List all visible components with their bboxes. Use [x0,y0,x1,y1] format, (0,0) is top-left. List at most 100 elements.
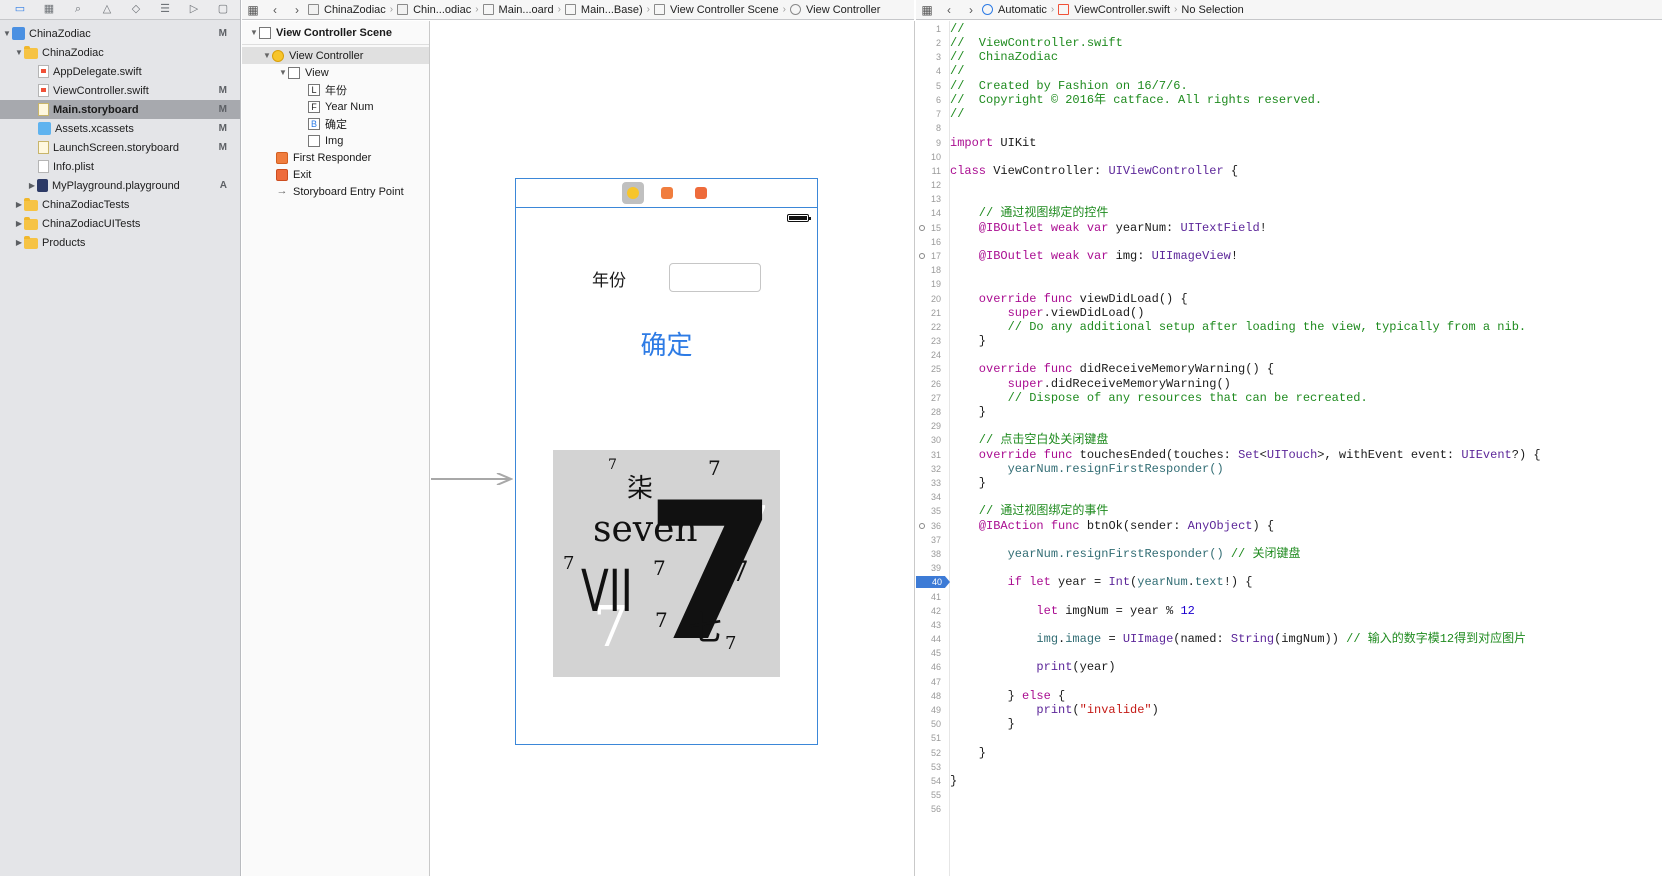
back-button[interactable]: ‹ [264,3,286,17]
outline-item-textfield[interactable]: F Year Num [242,98,429,115]
code-line: img.image = UIImage(named: String(imgNum… [950,632,1526,646]
code-line: // 点击空白处关闭键盘 [950,433,1109,447]
tree-item-label: Info.plist [53,160,94,173]
disclosure-open-icon[interactable]: ▼ [278,68,288,77]
tree-item-file[interactable]: LaunchScreen.storyboard M [0,138,240,157]
outline-item-label-element[interactable]: L 年份 [242,81,429,98]
test-icon[interactable]: ◇ [128,3,144,17]
tree-item-file[interactable]: AppDelegate.swift [0,62,240,81]
disclosure-open-icon[interactable]: ▼ [2,29,12,38]
entry-point-arrow[interactable] [431,473,513,485]
editor-jump-bar: ▦ ‹ › Automatic › ViewController.swift ›… [916,0,1662,20]
jump-item-controller[interactable]: View Controller [790,4,880,16]
view-controller-dock-icon[interactable] [621,182,644,204]
confirm-button[interactable]: 确定 [516,325,817,362]
scm-badge: M [218,142,227,153]
exit-dock-icon[interactable] [690,182,712,204]
zodiac-image-view[interactable]: 7 7 7 7 7 7 7 7 7 柒 7 seven VII 七 [553,450,780,677]
image-word: seven [593,509,698,550]
folder-icon [24,235,38,249]
code-editor[interactable]: 1 2 3 4 5 6 7 8 9 10 11 12 13 14 15 16 17 18 19 20 21 22 23 24 2… [916,21,1662,876]
back-button[interactable]: ‹ [938,3,960,17]
tree-item-file[interactable]: Assets.xcassets M [0,119,240,138]
disclosure-closed-icon[interactable]: ▶ [14,200,24,209]
line-number: 12 [930,180,941,190]
code-line: // ChinaZodiac [950,50,1059,64]
tree-item-file-selected[interactable]: Main.storyboard M [0,100,240,119]
tree-item-group[interactable]: ▼ ChinaZodiac [0,43,240,62]
code-token: ( [1072,703,1080,717]
forward-button[interactable]: › [286,3,308,17]
view-controller-scene[interactable]: 年份 确定 7 7 7 7 7 7 7 7 7 柒 7 seven VII 七 [515,178,818,745]
jump-item-base[interactable]: Main...Base) [564,4,643,16]
code-line: @IBAction func btnOk(sender: AnyObject) … [950,519,1274,533]
disclosure-open-icon[interactable]: ▼ [14,48,24,57]
outline-item-label: View [305,66,329,79]
outline-item-imageview[interactable]: Img [242,132,429,149]
code-token: AnyObject [1187,519,1253,533]
tree-item-file[interactable]: Info.plist [0,157,240,176]
tree-item-label: Products [42,236,86,249]
breakpoint-marker[interactable]: 40 [916,576,950,588]
jump-item-group[interactable]: Chin...odiac [397,4,471,16]
warning-icon[interactable]: △ [99,3,115,17]
line-number: 16 [930,237,941,247]
tree-item-file[interactable]: ▶ MyPlayground.playground A [0,176,240,195]
tree-item-group[interactable]: ▶ Products [0,233,240,252]
line-number: 4 [935,66,941,76]
outline-item-button[interactable]: B 确定 [242,115,429,132]
jump-item-label: Main...oard [498,3,554,16]
outline-item-label: View Controller [289,49,364,62]
tree-item-file[interactable]: ViewController.swift M [0,81,240,100]
code-line: // 通过视图绑定的事件 [950,504,1109,518]
jump-item-label: View Controller [806,3,881,16]
assistant-mode-selector[interactable]: Automatic [982,4,1047,16]
outline-item-exit[interactable]: Exit [242,166,429,183]
outline-item-entry-point[interactable]: → Storyboard Entry Point [242,183,429,200]
line-number: 34 [930,492,941,502]
tree-item-group[interactable]: ▶ ChinaZodiacTests [0,195,240,214]
disclosure-closed-icon[interactable]: ▶ [14,238,24,247]
related-items-icon[interactable]: ▦ [242,3,264,17]
storyboard-canvas[interactable]: 年份 确定 7 7 7 7 7 7 7 7 7 柒 7 seven VII 七 [431,21,915,876]
report-icon[interactable]: ▢ [215,3,231,17]
outlet-connection-icon[interactable] [919,253,925,259]
forward-button[interactable]: › [960,3,982,17]
symbol-navigator-icon[interactable]: ▦ [41,3,57,17]
chevron-right-icon: › [475,4,479,15]
outlet-connection-icon[interactable] [919,523,925,529]
outlet-connection-icon[interactable] [919,225,925,231]
first-responder-icon [276,151,288,164]
year-num-field[interactable] [669,263,761,292]
jump-item-file[interactable]: ViewController.swift [1058,4,1170,16]
jump-item-project[interactable]: ChinaZodiac [308,4,386,16]
code-token: text [1194,575,1224,589]
jump-item-file[interactable]: Main...oard [482,3,554,16]
tree-item-group[interactable]: ▶ ChinaZodiacUITests [0,214,240,233]
outline-item-view-controller[interactable]: ▼ View Controller [242,47,429,64]
outline-item-first-responder[interactable]: First Responder [242,149,429,166]
jump-item-selection[interactable]: No Selection [1181,4,1243,16]
outline-item-view[interactable]: ▼ View [242,64,429,81]
image-digit: 7 [608,457,617,473]
line-number-gutter[interactable]: 1 2 3 4 5 6 7 8 9 10 11 12 13 14 15 16 17 18 19 20 21 22 23 24 2… [916,21,950,876]
outline-scene-header[interactable]: ▼ View Controller Scene [242,21,429,45]
disclosure-open-icon[interactable]: ▼ [262,51,272,60]
disclosure-closed-icon[interactable]: ▶ [27,181,37,190]
tree-item-project[interactable]: ▼ ChinaZodiac M [0,24,240,43]
debug-icon[interactable]: ☰ [157,3,173,17]
line-number: 44 [930,634,941,644]
code-token: UIViewController [1108,164,1224,178]
code-line: // Copyright © 2016年 catface. All rights… [950,93,1323,107]
jump-item-scene[interactable]: View Controller Scene [654,4,779,16]
related-items-icon[interactable]: ▦ [916,3,938,17]
disclosure-closed-icon[interactable]: ▶ [14,219,24,228]
search-icon[interactable]: ⌕ [70,3,86,17]
scm-badge: M [218,28,227,39]
outline-item-label: 确定 [325,118,347,131]
folder-icon[interactable]: ▭ [12,3,28,17]
disclosure-open-icon[interactable]: ▼ [249,28,259,37]
code-token: super [950,306,1044,320]
first-responder-dock-icon[interactable] [656,182,678,204]
breakpoint-icon[interactable]: ▷ [186,3,202,17]
